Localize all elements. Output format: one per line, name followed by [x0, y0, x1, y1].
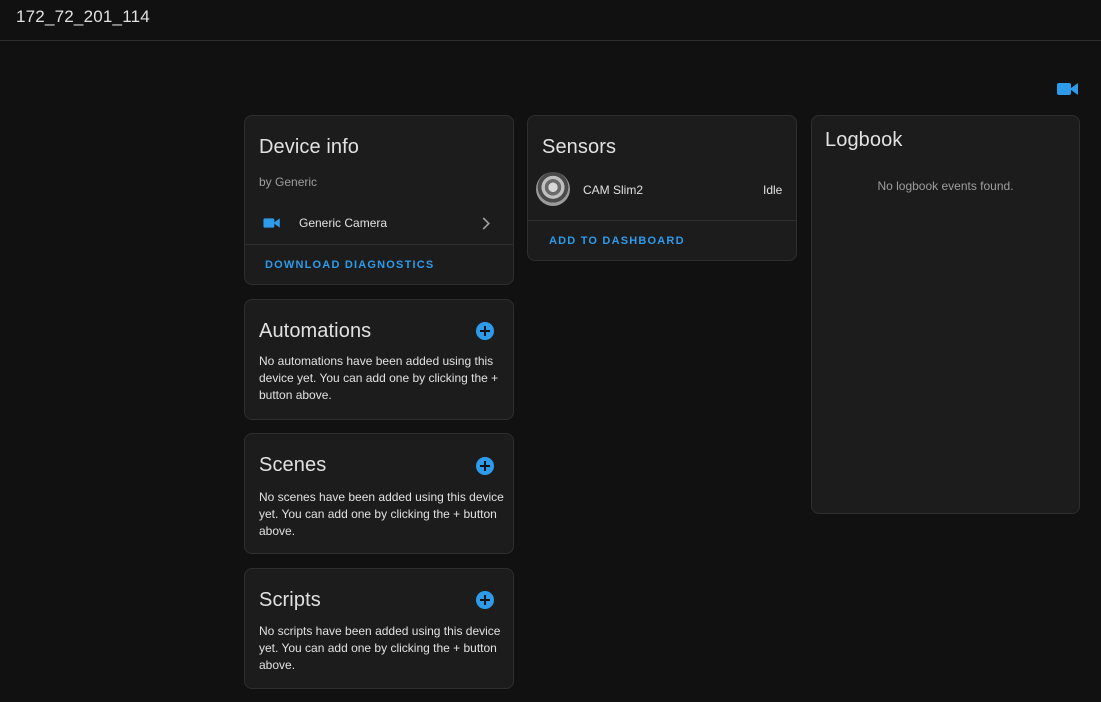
scripts-empty-text: No scripts have been added using this de… [259, 624, 501, 672]
divider [528, 220, 796, 221]
logbook-card: Logbook No logbook events found. [811, 115, 1080, 514]
device-info-title: Device info [259, 136, 360, 158]
add-to-dashboard-button[interactable]: ADD TO DASHBOARD [549, 235, 685, 247]
sensor-entity-state: Idle [763, 183, 783, 197]
device-info-card: Device info by Generic Generic Camera DO… [244, 115, 514, 285]
add-script-button[interactable] [476, 591, 494, 609]
automations-title: Automations [259, 320, 372, 342]
divider [245, 244, 513, 245]
device-entity-label: Generic Camera [299, 216, 388, 230]
video-camera-icon[interactable] [1057, 80, 1079, 98]
sensors-title: Sensors [542, 136, 617, 158]
logbook-empty-text: No logbook events found. [877, 179, 1014, 193]
manufacturer-text: by Generic [259, 175, 318, 189]
chevron-right-icon [482, 217, 490, 230]
device-entity-row[interactable]: Generic Camera [245, 208, 513, 240]
camera-snapshot-avatar [536, 172, 570, 206]
add-scene-button[interactable] [476, 457, 494, 475]
download-diagnostics-button[interactable]: DOWNLOAD DIAGNOSTICS [265, 259, 434, 271]
automations-card: Automations No automations have been add… [244, 299, 514, 420]
sensor-entity-row[interactable]: CAM Slim2 Idle [528, 170, 796, 212]
page-title: 172_72_201_114 [16, 7, 150, 26]
sensors-card: Sensors CAM Slim2 Idle ADD TO DASHBOARD [527, 115, 797, 261]
video-camera-icon [263, 218, 280, 228]
scripts-title: Scripts [259, 589, 321, 611]
scenes-card: Scenes No scenes have been added using t… [244, 433, 514, 554]
scenes-title: Scenes [259, 454, 327, 476]
scenes-empty-text: No scenes have been added using this dev… [259, 490, 504, 538]
logbook-title: Logbook [825, 129, 903, 151]
automations-empty-text: No automations have been added using thi… [259, 354, 499, 402]
scripts-card: Scripts No scripts have been added using… [244, 568, 514, 689]
add-automation-button[interactable] [476, 322, 494, 340]
sensor-entity-name: CAM Slim2 [583, 183, 644, 197]
top-bar: 172_72_201_114 [0, 0, 1101, 41]
